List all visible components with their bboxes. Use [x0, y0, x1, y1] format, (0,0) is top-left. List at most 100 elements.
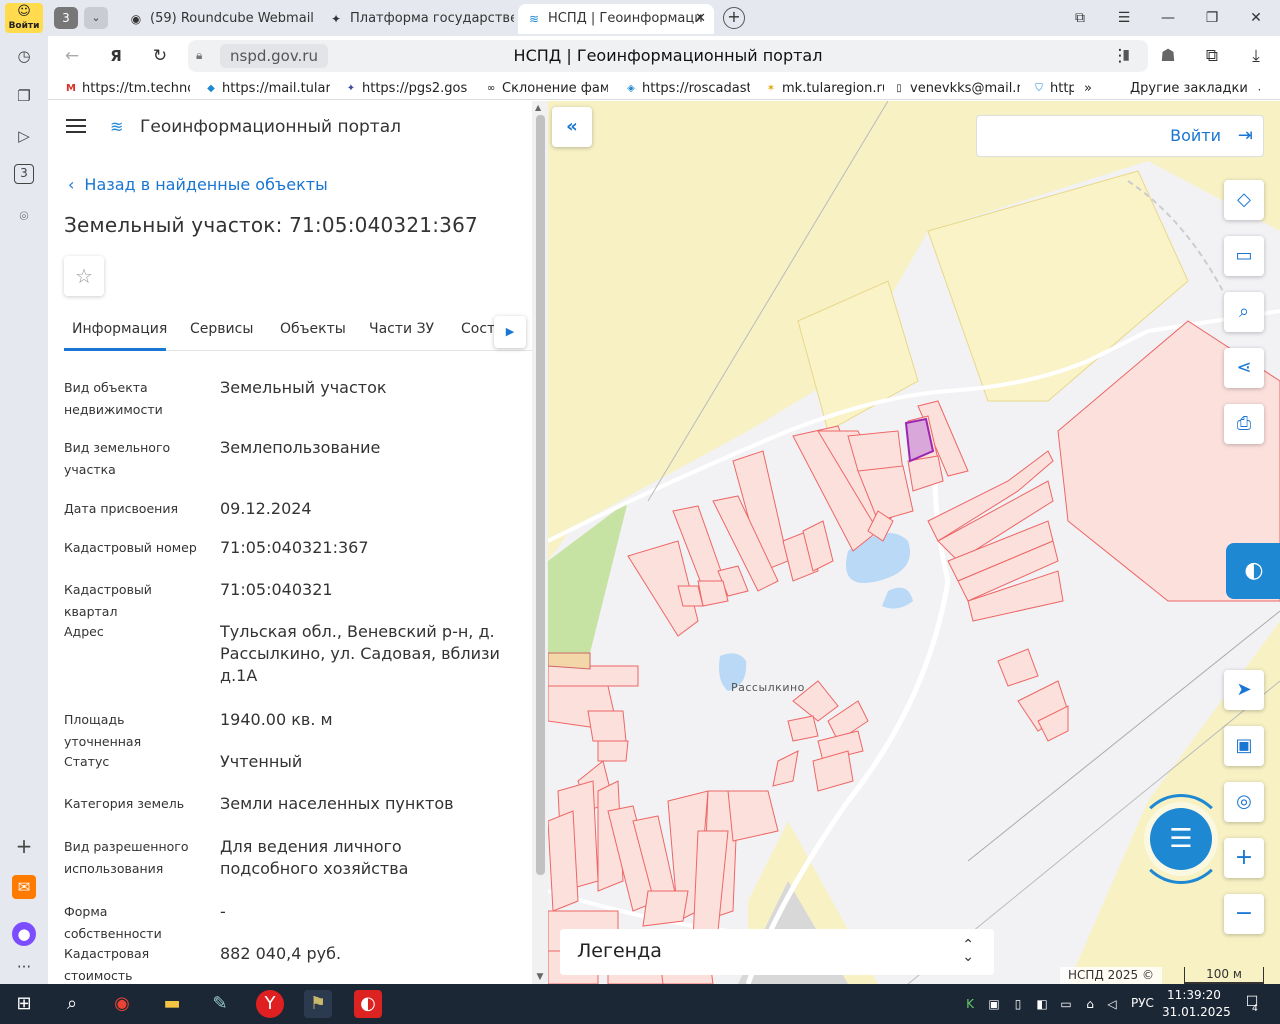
new-tab-icon[interactable]: + [723, 7, 745, 29]
collapse-panel-icon[interactable]: « [552, 107, 592, 147]
reload-icon[interactable]: ↻ [148, 44, 172, 68]
bookmark-item[interactable]: Mhttps://tm.technol [62, 80, 190, 98]
geolocation-icon[interactable]: ◎ [1224, 782, 1264, 822]
portal-logo-icon: ≋ [110, 117, 124, 136]
tab-services[interactable]: Сервисы [190, 321, 253, 337]
tab-objects[interactable]: Объекты [280, 321, 346, 337]
panel-scrollbar[interactable]: ▲ ▼ [532, 101, 548, 984]
tray-network-icon[interactable]: ▣ [986, 996, 1002, 1012]
bookmark-item[interactable]: ◈ https://roscadastr [622, 80, 750, 98]
emblem-icon: ✦ [330, 12, 342, 26]
legend-toggle[interactable]: Легенда ⌃ ⌄ [560, 929, 994, 975]
add-icon[interactable]: + [12, 834, 36, 858]
tabs-next-icon[interactable]: ▶ [494, 316, 526, 348]
nspd-icon: ≋ [528, 12, 540, 26]
hamburger-menu-icon[interactable] [66, 119, 86, 135]
zoom-out-icon[interactable]: − [1224, 894, 1264, 934]
extension-icon[interactable]: ☗ [1156, 44, 1180, 68]
bookmarks-more-icon[interactable]: » [1084, 80, 1104, 98]
yandex-browser-icon[interactable]: Y [256, 990, 284, 1018]
tray-k-icon[interactable]: K [962, 996, 978, 1012]
bookmark-item[interactable]: ◆ https://mail.tulare [202, 80, 330, 98]
yandex-icon[interactable]: Я [104, 44, 128, 68]
downloads-icon[interactable]: ⤓ [1244, 44, 1268, 68]
layers-icon[interactable]: ◇ [1224, 180, 1264, 220]
tab-nspd[interactable]: ≋ НСПД | Геоинформаци ✕ [518, 4, 714, 34]
notifications-count: 4 [1252, 1004, 1258, 1014]
play-icon[interactable]: ▷ [12, 124, 36, 148]
nspd-assistant-icon[interactable]: ◐ [1226, 543, 1280, 599]
mail-icon[interactable]: ✉ [12, 875, 36, 899]
tab-gosuslugi[interactable]: ✦ Платформа государстве [320, 4, 514, 34]
scroll-down-icon[interactable]: ▼ [534, 972, 546, 982]
back-icon[interactable]: ← [60, 44, 84, 68]
tab-information[interactable]: Информация [72, 321, 167, 337]
extensions-icon[interactable]: ⧉ [1200, 44, 1224, 68]
camera-icon[interactable]: ⌾ [12, 204, 36, 228]
clock[interactable]: 11:39:20 31.01.2025 [1162, 987, 1231, 1021]
back-to-results-link[interactable]: ‹ Назад в найденные объекты [68, 175, 328, 194]
cube-icon: ◆ [207, 83, 215, 94]
locate-icon[interactable]: ➤ [1224, 670, 1264, 710]
volume-icon[interactable]: ◁ [1104, 996, 1120, 1012]
browser-login-button[interactable]: ☺ Войти [5, 3, 43, 33]
url-field[interactable]: 🔒︎ НСПД | Геоинформационный портал nspd.… [188, 40, 1148, 72]
collections-icon[interactable]: ❐ [12, 84, 36, 108]
bookmark-item[interactable]: ✶ mk.tularegion.ru [762, 80, 884, 98]
print-icon[interactable]: ⎙ [1224, 404, 1264, 444]
roundcube-icon: ◉ [130, 12, 142, 26]
history-icon[interactable]: ◷ [12, 44, 36, 68]
share-icon[interactable]: ⋖ [1224, 348, 1264, 388]
favorite-star-button[interactable]: ☆ [64, 256, 104, 296]
chevron-left-icon: ‹ [68, 175, 75, 194]
scale-bar: 100 м [1184, 967, 1264, 984]
close-tab-icon[interactable]: ✕ [695, 4, 706, 34]
portal-title: Геоинформационный портал [140, 117, 401, 137]
login-icon: ⇥ [1237, 125, 1253, 146]
more-icon[interactable]: ··· [12, 955, 36, 979]
scroll-up-icon[interactable]: ▲ [535, 103, 541, 112]
anydesk-icon[interactable]: ◐ [354, 990, 382, 1018]
scrollbar-thumb[interactable] [536, 115, 545, 875]
paint-icon[interactable]: ✎ [206, 990, 234, 1018]
area-search-icon[interactable]: ⌕ [1224, 292, 1264, 332]
emblem-icon: ✦ [346, 83, 356, 94]
close-window-icon[interactable]: ✕ [1244, 6, 1268, 30]
bookmark-item[interactable]: ∞ Склонение фами [482, 80, 608, 98]
language-indicator[interactable]: РУС [1131, 996, 1154, 1010]
taskbar: ⊞ ⌕ ◉ ▬ ✎ Y ⚑ ◐ K ▣ ▯ ◧ ▭ ⌂ ◁ РУС 11:39:… [0, 984, 1280, 1024]
app-icon[interactable]: ⚑ [304, 990, 332, 1018]
tray-wifi-icon[interactable]: ⌂ [1082, 996, 1098, 1012]
bookmark-item[interactable]: ⛉ http [1030, 80, 1074, 98]
bookmark-item[interactable]: ✦ https://pgs2.gosu [342, 80, 468, 98]
glasses-icon: ∞ [486, 83, 496, 94]
tray-usb-icon[interactable]: ▯ [1010, 996, 1026, 1012]
user-icon: ☺ [17, 4, 31, 19]
minimize-icon[interactable]: — [1156, 6, 1180, 30]
chrome-icon[interactable]: ◉ [108, 990, 136, 1018]
tab-counter-button[interactable]: 3 [54, 7, 78, 29]
bookmark-item[interactable]: ▯ venevkks@mail.ru [890, 80, 1020, 98]
more-options-icon[interactable]: ⋮ [1108, 44, 1132, 68]
tab-roundcube[interactable]: ◉ (59) Roundcube Webmail : [120, 4, 316, 34]
tray-app-icon[interactable]: ◧ [1034, 996, 1050, 1012]
zoom-in-icon[interactable]: + [1224, 838, 1264, 878]
folder-icon[interactable]: ▬ [158, 990, 186, 1018]
ruler-icon[interactable]: ▭ [1224, 236, 1264, 276]
minimap-icon[interactable]: ▣ [1224, 726, 1264, 766]
windows-start-icon[interactable]: ⊞ [10, 990, 38, 1018]
chevron-down-icon: ⌄ [1256, 81, 1260, 96]
other-bookmarks[interactable]: Другие закладки⌄ [1130, 80, 1260, 98]
tab-parts[interactable]: Части ЗУ [369, 321, 434, 337]
restore-icon[interactable]: ❐ [1200, 6, 1224, 30]
tabs-dropdown-icon[interactable]: ⌄ [84, 7, 108, 29]
menu-icon[interactable]: ☰ [1112, 6, 1136, 30]
bookmark-tabs-icon[interactable]: ⧉ [1068, 6, 1092, 30]
map-view[interactable]: « Войти ⇥ ◇ ▭ ⌕ ⋖ ⎙ ◐ ➤ ▣ ◎ + − ☰ Рассыл… [548, 101, 1280, 984]
tab-counter-icon[interactable]: 3 [14, 164, 34, 184]
search-icon[interactable]: ⌕ [58, 990, 86, 1018]
tray-keyboard-icon[interactable]: ▭ [1058, 996, 1074, 1012]
alice-icon[interactable]: ● [12, 922, 36, 946]
map-login-button[interactable]: Войти ⇥ [976, 115, 1264, 157]
chat-icon[interactable]: ☰ [1150, 808, 1212, 870]
